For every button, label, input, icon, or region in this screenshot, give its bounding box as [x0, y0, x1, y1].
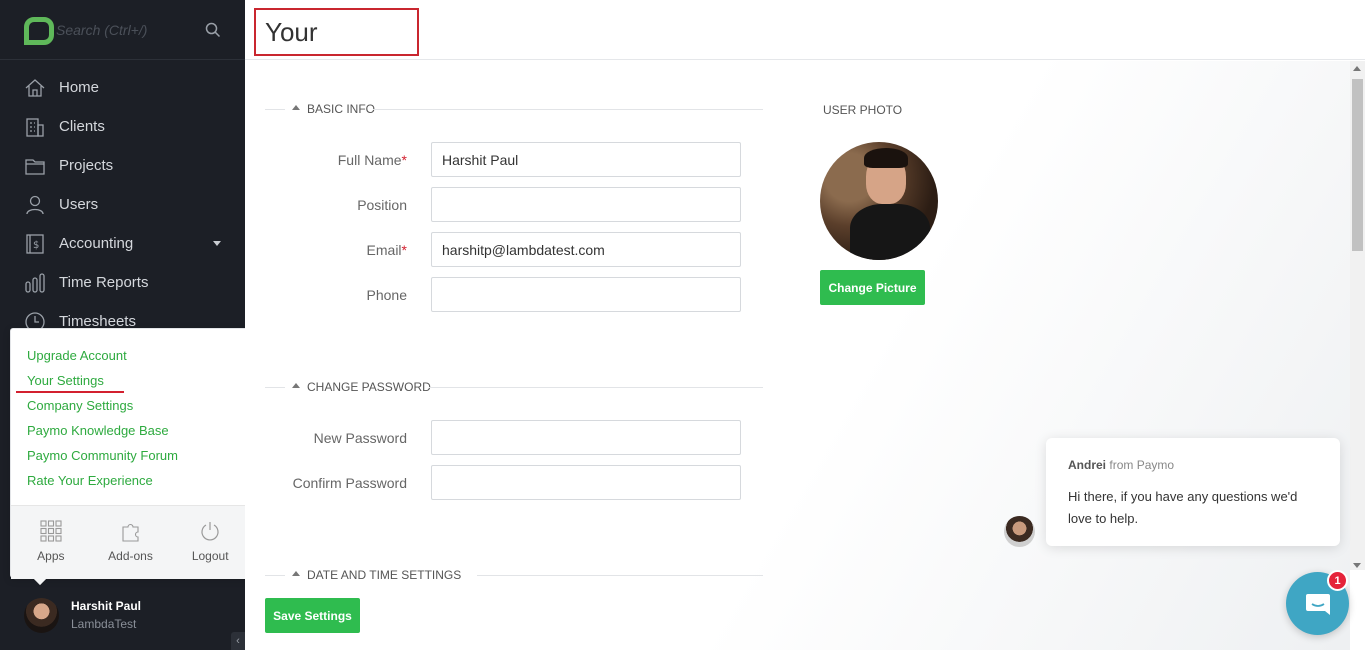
popup-apps-bar: Apps Add-ons Logout: [11, 506, 250, 579]
new-password-input[interactable]: [431, 420, 741, 455]
paymo-logo-icon[interactable]: [24, 16, 54, 45]
user-menu-popup: Upgrade Account Your Settings Company Se…: [10, 328, 251, 586]
phone-label: Phone: [366, 287, 407, 303]
phone-input[interactable]: [431, 277, 741, 312]
collapse-caret-icon: [292, 571, 300, 576]
user-photo-heading: USER PHOTO: [823, 103, 903, 117]
knowledge-base-link[interactable]: Paymo Knowledge Base: [27, 420, 250, 445]
add-ons-label: Add-ons: [108, 549, 153, 563]
company-settings-link[interactable]: Company Settings: [27, 395, 250, 420]
basic-info-section-header[interactable]: BASIC INFO: [265, 101, 763, 117]
sidebar-item-time-reports[interactable]: Time Reports: [0, 263, 245, 302]
page-title: Your Settings: [254, 8, 419, 91]
scroll-up-icon[interactable]: [1353, 66, 1361, 71]
chevron-down-icon[interactable]: [213, 241, 221, 246]
puzzle-icon: [121, 523, 139, 542]
date-time-section-header[interactable]: DATE AND TIME SETTINGS: [265, 567, 763, 583]
apps-label: Apps: [37, 549, 65, 563]
sidebar-item-label: Projects: [59, 157, 114, 174]
collapse-sidebar-button[interactable]: ‹: [231, 632, 245, 650]
grid-icon: [40, 520, 62, 542]
power-icon: [201, 522, 219, 541]
svg-text:$: $: [33, 240, 39, 251]
position-label: Position: [357, 197, 407, 213]
user-name: Harshit Paul: [71, 599, 142, 613]
scroll-thumb[interactable]: [1352, 79, 1363, 251]
search-input[interactable]: Search (Ctrl+/): [56, 22, 193, 38]
user-photo: [820, 142, 938, 260]
settings-content: BASIC INFO Full Name* Position Email* Ph…: [245, 61, 1350, 650]
sidebar-item-label: Users: [59, 196, 99, 213]
folder-icon: [25, 158, 45, 175]
sidebar-item-projects[interactable]: Projects: [0, 146, 245, 185]
user-company: LambdaTest: [71, 617, 137, 631]
highlight-underline: [16, 391, 124, 393]
confirm-password-label: Confirm Password: [292, 475, 407, 491]
save-settings-button[interactable]: Save Settings: [265, 598, 360, 633]
content-scrollbar[interactable]: [1350, 61, 1365, 570]
change-picture-button[interactable]: Change Picture: [820, 270, 925, 305]
chat-message: Hi there, if you have any questions we'd…: [1068, 489, 1298, 526]
email-label: Email*: [366, 242, 407, 258]
section-title: CHANGE PASSWORD: [307, 380, 431, 394]
confirm-password-input[interactable]: [431, 465, 741, 500]
upgrade-account-link[interactable]: Upgrade Account: [27, 345, 250, 370]
sidebar-user[interactable]: Harshit Paul LambdaTest: [0, 580, 245, 650]
change-password-section-header[interactable]: CHANGE PASSWORD: [265, 379, 763, 395]
sidebar-item-accounting[interactable]: $ Accounting: [0, 224, 245, 263]
sidebar-item-label: Accounting: [59, 235, 134, 252]
email-input[interactable]: [431, 232, 741, 267]
chat-unread-badge: 1: [1327, 570, 1348, 591]
section-title: DATE AND TIME SETTINGS: [307, 568, 462, 582]
sidebar-item-label: Clients: [59, 118, 105, 135]
ledger-icon: $: [26, 233, 44, 254]
page-header: Your Settings: [245, 0, 1365, 91]
chat-sender: Andrei from Paymo: [1068, 458, 1175, 472]
home-icon: [25, 78, 45, 97]
user-icon: [26, 195, 44, 214]
chat-message-card[interactable]: Andrei from Paymo Hi there, if you have …: [1046, 438, 1340, 546]
sidebar-item-users[interactable]: Users: [0, 185, 245, 224]
logout-button[interactable]: Logout: [170, 506, 250, 579]
collapse-caret-icon: [292, 105, 300, 110]
section-title: BASIC INFO: [307, 102, 376, 116]
building-icon: [26, 117, 44, 137]
sidebar-item-label: Home: [59, 79, 100, 96]
scroll-down-icon[interactable]: [1353, 563, 1361, 568]
sidebar-item-home[interactable]: Home: [0, 68, 245, 107]
chat-agent-avatar: [1004, 516, 1035, 547]
bar-chart-icon: [25, 272, 45, 293]
sidebar-nav: Home Clients Projects Users $ Accounting…: [0, 60, 245, 341]
sidebar-item-label: Time Reports: [59, 274, 149, 291]
chat-bubble-icon: [1305, 593, 1330, 615]
collapse-caret-icon: [292, 383, 300, 388]
rate-experience-link[interactable]: Rate Your Experience: [27, 470, 250, 495]
full-name-input[interactable]: [431, 142, 741, 177]
position-input[interactable]: [431, 187, 741, 222]
community-forum-link[interactable]: Paymo Community Forum: [27, 445, 250, 470]
avatar[interactable]: [24, 597, 59, 633]
apps-button[interactable]: Apps: [11, 506, 91, 579]
sidebar-item-clients[interactable]: Clients: [0, 107, 245, 146]
search-icon[interactable]: [193, 10, 233, 50]
logout-label: Logout: [191, 549, 229, 563]
sidebar-header: Search (Ctrl+/): [0, 0, 245, 60]
full-name-label: Full Name*: [337, 152, 407, 168]
add-ons-button[interactable]: Add-ons: [91, 506, 171, 579]
new-password-label: New Password: [313, 430, 407, 446]
